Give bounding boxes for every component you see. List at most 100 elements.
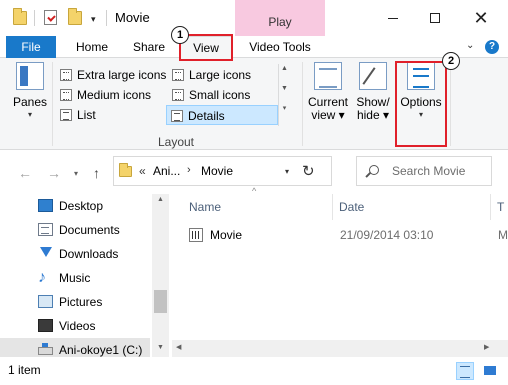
nav-item-downloads[interactable]: Downloads bbox=[0, 242, 150, 266]
quick-access-dropdown-icon[interactable]: ▾ bbox=[91, 14, 96, 25]
status-bar: 1 item bbox=[0, 357, 508, 385]
scroll-up-icon[interactable]: ▲ bbox=[152, 196, 169, 203]
nav-item-label: Downloads bbox=[59, 247, 119, 261]
close-button[interactable]: ✕ bbox=[458, 0, 504, 36]
layout-item-label: Medium icons bbox=[77, 88, 152, 102]
navigation-pane: Desktop Documents Downloads ♪ Music Pict… bbox=[0, 194, 172, 362]
layout-medium-icons[interactable]: Medium icons bbox=[56, 85, 168, 105]
panes-button[interactable]: Panes ▾ bbox=[10, 62, 50, 119]
tab-video-tools[interactable]: Video Tools bbox=[240, 36, 320, 58]
nav-item-documents[interactable]: Documents bbox=[0, 218, 150, 242]
nav-item-label: Ani-okoye1 (C:) bbox=[59, 343, 143, 357]
music-icon: ♪ bbox=[38, 269, 46, 286]
pictures-icon bbox=[38, 295, 53, 308]
minimize-button[interactable] bbox=[370, 0, 416, 36]
window-title: Movie bbox=[115, 10, 150, 25]
step-badge-2: 2 bbox=[442, 52, 460, 70]
breadcrumb-separator-icon[interactable]: › bbox=[187, 164, 191, 176]
tab-share[interactable]: Share bbox=[126, 36, 172, 58]
extra-large-icons-icon bbox=[60, 69, 72, 81]
layout-gallery: Extra large icons Large icons Medium ico… bbox=[56, 62, 296, 128]
nav-item-label: Music bbox=[59, 271, 91, 285]
small-icons-icon bbox=[172, 89, 184, 101]
chevron-down-icon[interactable]: ⌄ bbox=[466, 40, 474, 51]
large-icons-icon bbox=[172, 69, 184, 81]
options-icon bbox=[407, 62, 435, 90]
forward-arrow-icon[interactable]: → bbox=[47, 165, 61, 181]
address-dropdown-icon[interactable]: ▾ bbox=[285, 167, 289, 176]
new-folder-icon[interactable] bbox=[68, 8, 82, 25]
tab-file[interactable]: File bbox=[6, 36, 56, 58]
layout-gallery-scroller[interactable]: ▲ ▼ ▾ bbox=[278, 64, 290, 126]
tab-home[interactable]: Home bbox=[66, 36, 118, 58]
file-name: Movie bbox=[210, 228, 243, 242]
divider bbox=[106, 10, 107, 26]
details-view-icon[interactable] bbox=[456, 362, 474, 380]
options-button[interactable]: Options ▾ bbox=[398, 62, 444, 119]
table-row[interactable]: Movie 21/09/2014 03:10 M bbox=[186, 224, 508, 246]
nav-item-label: Desktop bbox=[59, 199, 104, 213]
divider bbox=[450, 62, 451, 146]
desktop-icon bbox=[38, 199, 53, 212]
nav-item-pictures[interactable]: Pictures bbox=[0, 290, 150, 314]
layout-item-label: Details bbox=[188, 109, 225, 123]
recent-locations-icon[interactable]: ▾ bbox=[74, 169, 78, 178]
layout-item-label: List bbox=[77, 108, 96, 122]
refresh-icon[interactable]: ↻ bbox=[302, 162, 315, 180]
layout-item-label: Extra large icons bbox=[77, 68, 167, 82]
panes-label: Panes bbox=[12, 95, 48, 109]
layout-list[interactable]: List bbox=[56, 105, 168, 125]
nav-item-label: Pictures bbox=[59, 295, 103, 309]
folder-icon bbox=[13, 8, 27, 25]
folder-icon bbox=[119, 163, 132, 177]
show-hide-button[interactable]: Show/ hide ▾ bbox=[353, 62, 393, 122]
help-icon[interactable]: ? bbox=[485, 40, 499, 54]
nav-pane-scrollbar[interactable]: ▲ ▼ bbox=[152, 194, 169, 357]
search-input[interactable]: Search Movie bbox=[356, 156, 492, 186]
large-icons-view-icon[interactable] bbox=[481, 362, 499, 380]
videos-icon bbox=[38, 319, 53, 332]
scroll-down-icon[interactable]: ▼ bbox=[279, 84, 290, 94]
properties-icon[interactable] bbox=[44, 10, 57, 25]
layout-large-icons[interactable]: Large icons bbox=[168, 65, 278, 85]
scroll-left-icon[interactable]: ◀ bbox=[176, 343, 181, 351]
chevron-down-icon: ▾ bbox=[418, 110, 423, 119]
current-view-button[interactable]: Current view ▾ bbox=[306, 62, 350, 122]
breadcrumb-movie[interactable]: Movie bbox=[201, 164, 233, 178]
maximize-button[interactable] bbox=[412, 0, 458, 36]
column-header-date[interactable]: Date bbox=[332, 194, 490, 220]
show-hide-label-2: hide ▾ bbox=[356, 108, 390, 122]
nav-item-music[interactable]: ♪ Music bbox=[0, 266, 150, 290]
item-count: 1 item bbox=[8, 363, 41, 377]
nav-item-desktop[interactable]: Desktop bbox=[0, 194, 150, 218]
divider bbox=[34, 10, 35, 26]
overflow-chevrons-icon[interactable]: « bbox=[139, 164, 146, 178]
address-bar[interactable]: « Ani... › Movie ▾ ↻ bbox=[113, 156, 332, 186]
list-view-icon bbox=[60, 109, 72, 121]
search-placeholder: Search Movie bbox=[392, 164, 466, 178]
layout-extra-large-icons[interactable]: Extra large icons bbox=[56, 65, 168, 85]
layout-item-label: Large icons bbox=[189, 68, 252, 82]
drive-icon bbox=[38, 343, 53, 355]
more-layouts-icon[interactable]: ▾ bbox=[279, 104, 290, 114]
column-header-type[interactable]: T bbox=[490, 194, 508, 220]
scrollbar-thumb[interactable] bbox=[154, 290, 167, 313]
layout-small-icons[interactable]: Small icons bbox=[168, 85, 278, 105]
up-arrow-icon[interactable]: ↑ bbox=[93, 165, 100, 181]
back-arrow-icon[interactable]: ← bbox=[18, 165, 32, 181]
column-header-name[interactable]: Name bbox=[172, 194, 332, 220]
medium-icons-icon bbox=[60, 89, 72, 101]
breadcrumb-ani[interactable]: Ani... bbox=[153, 164, 180, 178]
maximize-icon bbox=[430, 13, 440, 23]
scroll-down-icon[interactable]: ▼ bbox=[152, 344, 169, 351]
file-list: ^ Name Date T Movie 21/09/2014 03:10 M bbox=[172, 186, 508, 357]
nav-item-videos[interactable]: Videos bbox=[0, 314, 150, 338]
layout-item-label: Small icons bbox=[189, 88, 251, 102]
step-badge-1: 1 bbox=[171, 26, 189, 44]
scroll-right-icon[interactable]: ▶ bbox=[484, 343, 489, 351]
layout-details[interactable]: Details bbox=[166, 105, 278, 125]
scroll-up-icon[interactable]: ▲ bbox=[279, 64, 290, 74]
horizontal-scrollbar[interactable]: ◀ ▶ bbox=[172, 340, 508, 357]
ribbon-tabs: File Home Share View Video Tools ⌄ ? bbox=[0, 36, 508, 59]
show-hide-icon bbox=[359, 62, 387, 90]
